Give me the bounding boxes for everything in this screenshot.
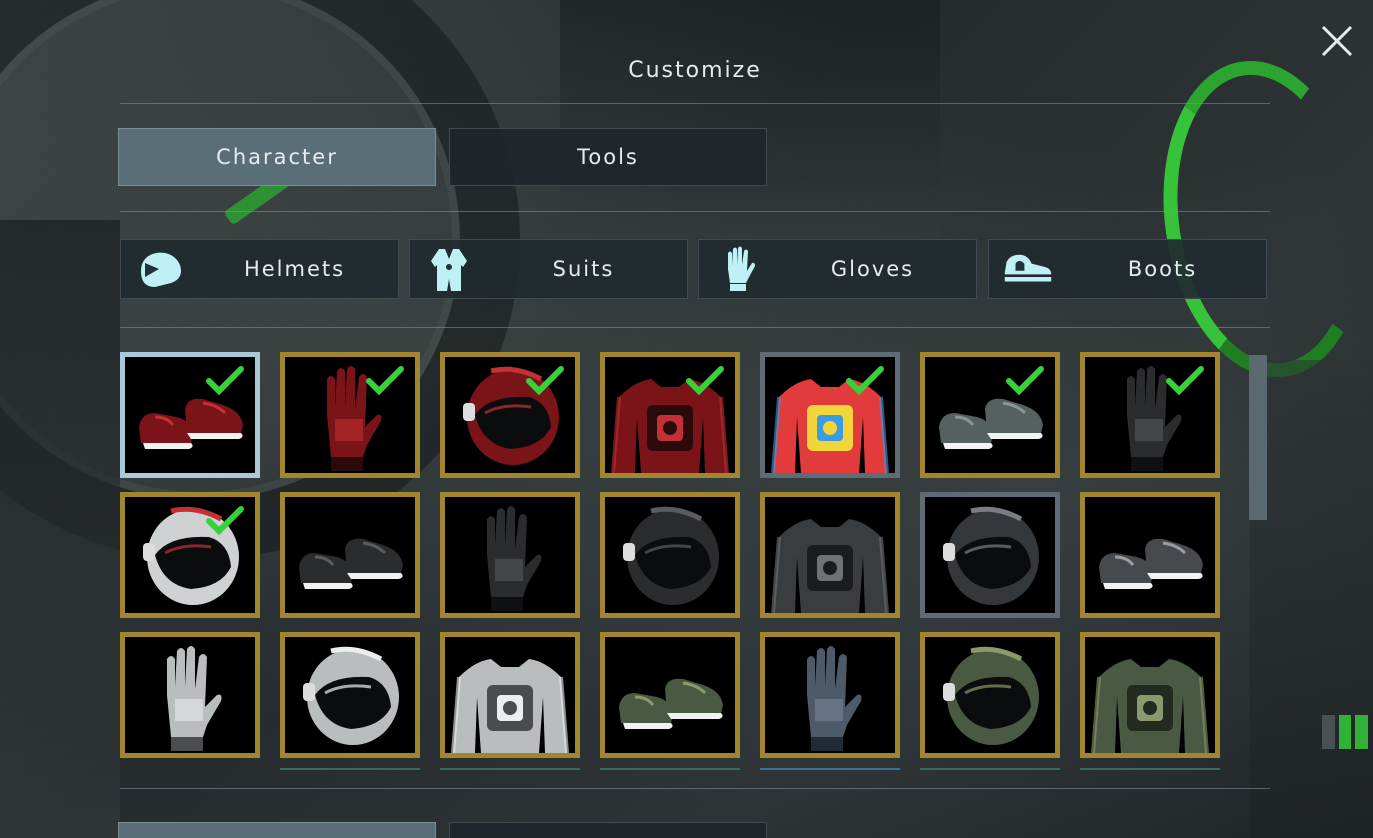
page-title: Customize	[628, 58, 762, 83]
checkmark-icon	[206, 506, 244, 536]
checkmark-icon	[526, 366, 564, 396]
item-gloves-blue-grey[interactable]	[760, 632, 900, 758]
item-helmet-white[interactable]	[280, 632, 420, 758]
next-row-edge	[440, 768, 580, 770]
helmet-thumbnail-icon	[623, 506, 719, 605]
suit-thumbnail-icon	[451, 659, 569, 753]
suit-icon	[424, 246, 474, 292]
checkmark-icon	[1166, 366, 1204, 396]
next-row-edge	[1080, 768, 1220, 770]
next-row-edge	[920, 768, 1060, 770]
divider	[120, 327, 1270, 328]
item-helmet-black[interactable]	[600, 492, 740, 618]
boots-thumbnail-icon	[619, 678, 723, 729]
item-suit-rainbow[interactable]	[760, 352, 900, 478]
scrollbar-thumb[interactable]	[1249, 355, 1267, 520]
gloves-thumbnail-icon	[807, 646, 862, 751]
item-helmet-dark-metal[interactable]	[920, 492, 1060, 618]
item-boots-grey[interactable]	[1080, 492, 1220, 618]
checkmark-icon	[686, 366, 724, 396]
glove-icon	[713, 246, 763, 292]
boots-thumbnail-icon	[1099, 538, 1203, 589]
item-suit-dark-grey[interactable]	[760, 492, 900, 618]
category-label: Helmets	[243, 257, 346, 281]
category-label: Suits	[552, 257, 615, 281]
item-boots-camo-grey[interactable]	[920, 352, 1060, 478]
customize-screen: Customize Character Tools Helmets Suits	[0, 0, 1373, 838]
tab-label: Tools	[577, 145, 639, 169]
helmet-thumbnail-icon	[303, 646, 399, 745]
tab-label: Character	[216, 145, 338, 169]
item-boots-camo-green[interactable]	[600, 632, 740, 758]
checkmark-icon	[846, 366, 884, 396]
next-row-edge	[600, 768, 740, 770]
item-helmet-white-red[interactable]	[120, 492, 260, 618]
category-gloves[interactable]: Gloves	[698, 239, 977, 299]
divider	[120, 103, 1270, 104]
category-label: Boots	[1127, 257, 1198, 281]
close-button[interactable]	[1318, 22, 1356, 60]
gloves-thumbnail-icon	[487, 506, 542, 611]
boot-icon	[1003, 246, 1053, 292]
background-status-lights	[1322, 715, 1369, 749]
item-suit-red[interactable]	[600, 352, 740, 478]
item-suit-white[interactable]	[440, 632, 580, 758]
item-suit-camo-green[interactable]	[1080, 632, 1220, 758]
boots-thumbnail-icon	[299, 538, 403, 589]
item-helmet-red[interactable]	[440, 352, 580, 478]
background-green-arc	[1143, 47, 1373, 391]
next-row-edge	[760, 768, 900, 770]
divider	[120, 788, 1270, 789]
close-icon	[1321, 25, 1353, 57]
bottom-tab-secondary[interactable]	[449, 822, 767, 838]
category-boots[interactable]: Boots	[988, 239, 1267, 299]
bottom-tab-primary[interactable]	[118, 822, 436, 838]
next-row-edge	[280, 768, 420, 770]
tab-character[interactable]: Character	[118, 128, 436, 186]
gloves-thumbnail-icon	[167, 646, 222, 751]
item-helmet-camo-green[interactable]	[920, 632, 1060, 758]
checkmark-icon	[206, 366, 244, 396]
helmet-thumbnail-icon	[943, 646, 1039, 745]
item-boots-red[interactable]	[120, 352, 260, 478]
category-label: Gloves	[830, 257, 915, 281]
checkmark-icon	[366, 366, 404, 396]
item-gloves-black[interactable]	[1080, 352, 1220, 478]
category-helmets[interactable]: Helmets	[120, 239, 399, 299]
divider	[120, 211, 1270, 212]
background-door	[560, 0, 940, 250]
item-gloves-red[interactable]	[280, 352, 420, 478]
suit-thumbnail-icon	[1091, 659, 1209, 753]
background-panel-right	[1250, 360, 1373, 838]
checkmark-icon	[1006, 366, 1044, 396]
background-panel-left	[0, 220, 120, 838]
helmet-icon	[135, 246, 185, 292]
helmet-thumbnail-icon	[943, 506, 1039, 605]
tab-tools[interactable]: Tools	[449, 128, 767, 186]
item-boots-black[interactable]	[280, 492, 420, 618]
category-suits[interactable]: Suits	[409, 239, 688, 299]
item-grid	[120, 352, 1222, 772]
suit-thumbnail-icon	[771, 519, 889, 613]
item-gloves-black[interactable]	[440, 492, 580, 618]
item-gloves-white[interactable]	[120, 632, 260, 758]
